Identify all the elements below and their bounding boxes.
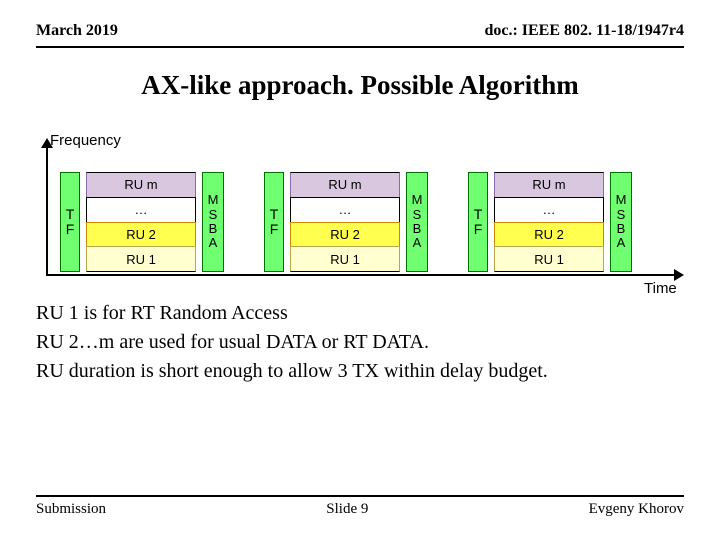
msba-a: A (209, 236, 218, 250)
tx-group-1: T F RU m … RU 2 RU 1 M S B A (60, 172, 224, 272)
body-line-3: RU duration is short enough to allow 3 T… (36, 358, 676, 385)
footer-center: Slide 9 (326, 501, 368, 518)
header-rule (36, 46, 684, 48)
footer: Submission Slide 9 Evgeny Khorov (36, 495, 684, 518)
tf-box: T F (468, 172, 488, 272)
msba-a: A (617, 236, 626, 250)
ru-m: RU m (86, 172, 196, 197)
ru-ellipsis: … (494, 197, 604, 222)
msba-a: A (413, 236, 422, 250)
x-axis-line (46, 274, 676, 276)
msba-m: M (412, 193, 423, 207)
ru-m: RU m (494, 172, 604, 197)
msba-b: B (209, 222, 218, 236)
body-line-2: RU 2…m are used for usual DATA or RT DAT… (36, 329, 676, 356)
x-axis-label: Time (644, 280, 677, 297)
ru-m: RU m (290, 172, 400, 197)
ru-2: RU 2 (290, 222, 400, 247)
tf-top: T (474, 207, 483, 222)
msba-b: B (617, 222, 626, 236)
ru-2: RU 2 (494, 222, 604, 247)
ru-ellipsis: … (86, 197, 196, 222)
footer-right: Evgeny Khorov (589, 501, 684, 518)
footer-rule (36, 495, 684, 497)
tf-top: T (66, 207, 75, 222)
msba-box: M S B A (610, 172, 632, 272)
tf-top: T (270, 207, 279, 222)
y-axis-label: Frequency (50, 132, 121, 149)
msba-box: M S B A (406, 172, 428, 272)
tf-box: T F (264, 172, 284, 272)
ru-stack: RU m … RU 2 RU 1 (290, 172, 400, 272)
msba-m: M (208, 193, 219, 207)
msba-s: S (617, 208, 626, 222)
ru-1: RU 1 (494, 246, 604, 272)
frequency-time-diagram: Frequency Time T F RU m … RU 2 RU 1 M S … (36, 130, 684, 290)
body-text: RU 1 is for RT Random Access RU 2…m are … (36, 300, 676, 387)
msba-s: S (209, 208, 218, 222)
ru-1: RU 1 (86, 246, 196, 272)
footer-left: Submission (36, 501, 106, 518)
ru-stack: RU m … RU 2 RU 1 (494, 172, 604, 272)
msba-s: S (413, 208, 422, 222)
msba-box: M S B A (202, 172, 224, 272)
y-axis-line (46, 144, 48, 274)
msba-b: B (413, 222, 422, 236)
header-doc: doc.: IEEE 802. 11-18/1947r4 (484, 22, 684, 40)
header-date: March 2019 (36, 22, 118, 40)
tx-group-3: T F RU m … RU 2 RU 1 M S B A (468, 172, 632, 272)
tf-box: T F (60, 172, 80, 272)
ru-stack: RU m … RU 2 RU 1 (86, 172, 196, 272)
ru-1: RU 1 (290, 246, 400, 272)
tf-bottom: F (270, 222, 279, 237)
ru-2: RU 2 (86, 222, 196, 247)
page-title: AX-like approach. Possible Algorithm (0, 70, 720, 101)
tf-bottom: F (66, 222, 75, 237)
tx-group-2: T F RU m … RU 2 RU 1 M S B A (264, 172, 428, 272)
body-line-1: RU 1 is for RT Random Access (36, 300, 676, 327)
msba-m: M (616, 193, 627, 207)
tf-bottom: F (474, 222, 483, 237)
ru-ellipsis: … (290, 197, 400, 222)
